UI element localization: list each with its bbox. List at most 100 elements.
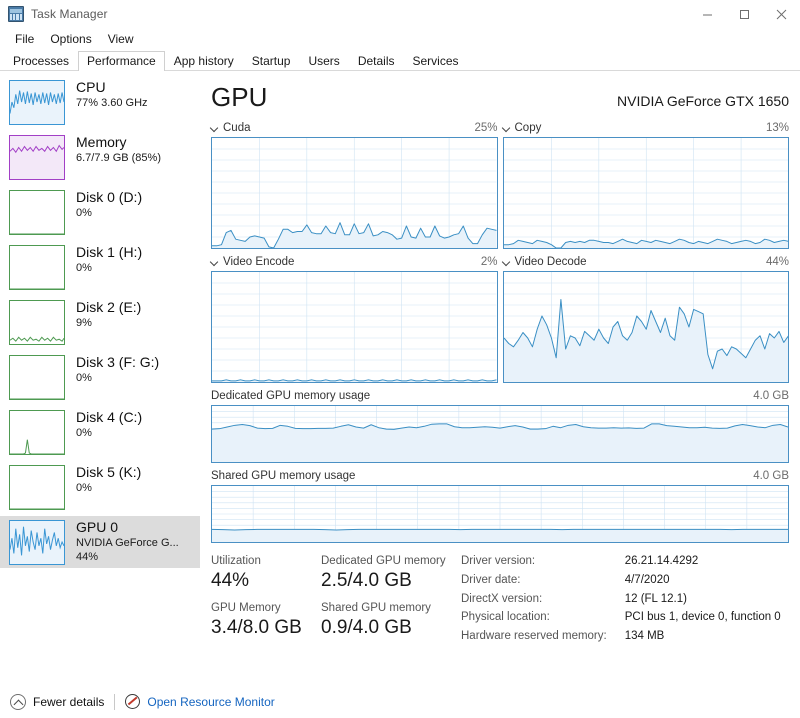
tab-details[interactable]: Details [349, 51, 404, 71]
sidebar-item-disk-5-k[interactable]: Disk 5 (K:) 0% [0, 461, 200, 513]
stat-value-shared-memory: 0.9/4.0 GB [321, 617, 412, 638]
dedicated-memory-max: 4.0 GB [753, 389, 789, 402]
dedicated-memory-section: Dedicated GPU memory usage 4.0 GB [211, 388, 789, 463]
sidebar-item-sublabel-2: 44% [76, 551, 99, 563]
chevron-down-icon[interactable] [211, 258, 219, 266]
sidebar-item-disk-1-h[interactable]: Disk 1 (H:) 0% [0, 241, 200, 293]
gpu-info-value: 4/7/2020 [624, 573, 670, 586]
sidebar-item-disk-2-e[interactable]: Disk 2 (E:) 9% [0, 296, 200, 348]
graph-value-cuda: 25% [474, 121, 498, 134]
tab-performance[interactable]: Performance [78, 51, 165, 72]
window-controls [689, 0, 800, 28]
gpu-info-row: Hardware reserved memory: 134 MB [461, 629, 781, 648]
tab-users[interactable]: Users [299, 51, 348, 71]
stat-shared-memory: Shared GPU memory 0.9/4.0 GB [321, 601, 451, 640]
graph-title-copy[interactable]: Copy [515, 122, 542, 134]
gpu-info-row: Physical location: PCI bus 1, device 0, f… [461, 610, 781, 629]
status-divider [114, 693, 116, 710]
fewer-details-button[interactable]: Fewer details [10, 693, 104, 710]
dedicated-memory-title: Dedicated GPU memory usage [211, 389, 371, 402]
graph-value-copy: 13% [765, 121, 789, 134]
sidebar-item-gpu-0[interactable]: GPU 0 NVIDIA GeForce G... 44% [0, 516, 200, 568]
window-title: Task Manager [31, 7, 108, 21]
shared-memory-section: Shared GPU memory usage 4.0 GB [211, 468, 789, 543]
resource-sidebar: CPU 77% 3.60 GHz Memory 6.7/7.9 GB (85%) Dis… [0, 71, 200, 685]
menu-item-options[interactable]: Options [42, 30, 99, 48]
sidebar-mini-graph [9, 135, 65, 180]
sidebar-item-label: Disk 3 (F: G:) [76, 354, 160, 370]
stats-column-1: Utilization 44% GPU Memory 3.4/8.0 GB [211, 554, 321, 648]
resource-monitor-label: Open Resource Monitor [147, 694, 275, 709]
sidebar-item-disk-4-c[interactable]: Disk 4 (C:) 0% [0, 406, 200, 458]
page-title: GPU [211, 82, 268, 112]
graph-title-video-decode[interactable]: Video Decode [515, 256, 587, 268]
sidebar-item-disk-0-d[interactable]: Disk 0 (D:) 0% [0, 186, 200, 238]
tab-app-history[interactable]: App history [165, 51, 243, 71]
stat-dedicated-memory: Dedicated GPU memory 2.5/4.0 GB [321, 554, 451, 593]
maximize-icon[interactable] [726, 0, 763, 28]
gpu-info-value: PCI bus 1, device 0, function 0 [624, 611, 781, 624]
stat-label-gpu-memory: GPU Memory [211, 602, 281, 614]
graph-label-cuda: Cuda 25% [211, 120, 498, 135]
shared-memory-title: Shared GPU memory usage [211, 469, 356, 482]
tab-startup[interactable]: Startup [243, 51, 300, 71]
gpu-info-key: Driver version: [461, 555, 536, 567]
sidebar-item-label: Disk 2 (E:) [76, 299, 142, 315]
graph-title-video-encode[interactable]: Video Encode [223, 256, 294, 268]
resource-monitor-icon [125, 694, 141, 709]
sidebar-item-cpu[interactable]: CPU 77% 3.60 GHz [0, 76, 200, 128]
sidebar-item-text: Disk 5 (K:) 0% [76, 464, 141, 495]
gpu-info-row: Driver version: 26.21.14.4292 [461, 554, 781, 573]
graph-cell-video-decode: Video Decode 44% [502, 254, 789, 383]
graph-cell-copy: Copy 13% [502, 120, 790, 249]
sidebar-item-memory[interactable]: Memory 6.7/7.9 GB (85%) [0, 131, 200, 183]
sidebar-item-label: GPU 0 [76, 519, 119, 535]
stat-value-gpu-memory: 3.4/8.0 GB [211, 617, 302, 638]
sidebar-mini-graph [9, 520, 65, 565]
stat-label-dedicated-memory: Dedicated GPU memory [321, 555, 446, 567]
sidebar-item-text: Disk 3 (F: G:) 0% [76, 354, 159, 385]
status-bar: Fewer details Open Resource Monitor [0, 685, 800, 718]
graph-value-video-encode: 2% [480, 255, 498, 268]
graph-dedicated-memory [211, 405, 789, 463]
sidebar-mini-graph [9, 190, 65, 235]
graph-title-cuda[interactable]: Cuda [223, 122, 251, 134]
sidebar-item-sublabel: 0% [76, 372, 92, 384]
open-resource-monitor-link[interactable]: Open Resource Monitor [125, 694, 275, 709]
stat-value-dedicated-memory: 2.5/4.0 GB [321, 570, 412, 591]
graph-value-video-decode: 44% [765, 255, 789, 268]
stat-label-utilization: Utilization [211, 555, 261, 567]
sidebar-item-sublabel: 9% [76, 317, 92, 329]
task-manager-icon [8, 6, 24, 22]
sidebar-item-text: Memory 6.7/7.9 GB (85%) [76, 134, 161, 165]
task-manager-window: Task Manager File Options View Processes… [0, 0, 800, 718]
chevron-down-icon[interactable] [503, 258, 511, 266]
chevron-down-icon[interactable] [503, 124, 511, 132]
chevron-down-icon[interactable] [211, 124, 219, 132]
sidebar-item-sublabel: 0% [76, 482, 92, 494]
sidebar-mini-graph [9, 80, 65, 125]
graph-cell-video-encode: Video Encode 2% [211, 254, 498, 383]
sidebar-mini-graph [9, 245, 65, 290]
graph-label-copy: Copy 13% [503, 120, 790, 135]
sidebar-item-disk-3-f-g[interactable]: Disk 3 (F: G:) 0% [0, 351, 200, 403]
tab-processes[interactable]: Processes [4, 51, 78, 71]
sidebar-mini-graph [9, 300, 65, 345]
stat-value-utilization: 44% [211, 570, 250, 591]
sidebar-item-text: Disk 2 (E:) 9% [76, 299, 141, 330]
gpu-device-name: NVIDIA GeForce GTX 1650 [617, 93, 789, 109]
menu-item-view[interactable]: View [100, 30, 142, 48]
graph-row-bottom: Video Encode 2% Video Decode 44% [211, 254, 789, 383]
stats-column-2: Dedicated GPU memory 2.5/4.0 GB Shared G… [321, 554, 451, 648]
sidebar-item-sublabel: 0% [76, 262, 92, 274]
menu-item-file[interactable]: File [7, 30, 42, 48]
minimize-icon[interactable] [689, 0, 726, 28]
dedicated-memory-label-row: Dedicated GPU memory usage 4.0 GB [211, 388, 789, 403]
sidebar-mini-graph [9, 465, 65, 510]
sidebar-item-text: CPU 77% 3.60 GHz [76, 79, 148, 110]
close-icon[interactable] [763, 0, 800, 28]
graph-label-video-encode: Video Encode 2% [211, 254, 498, 269]
title-bar: Task Manager [0, 0, 800, 28]
stat-utilization: Utilization 44% [211, 554, 321, 593]
tab-services[interactable]: Services [404, 51, 468, 71]
